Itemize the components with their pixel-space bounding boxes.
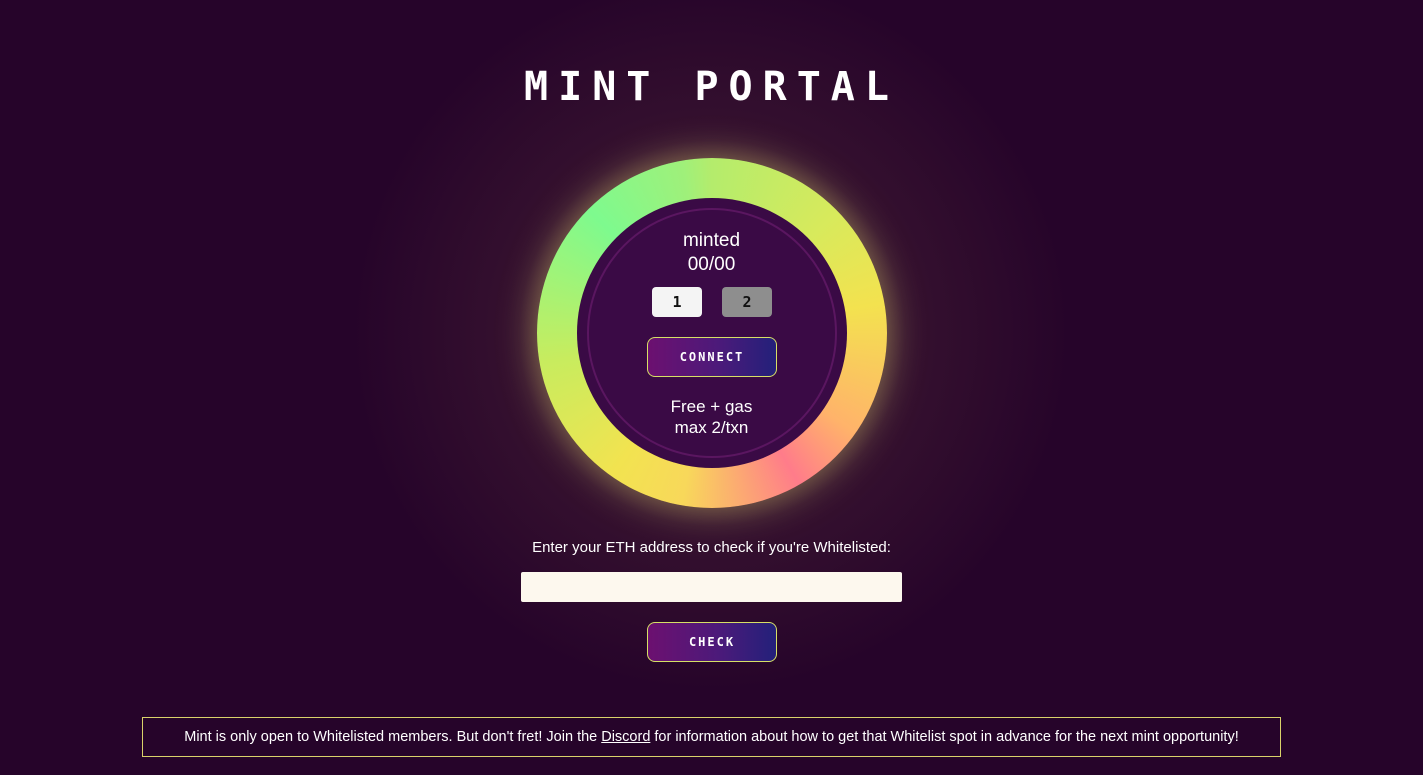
eth-address-input[interactable] <box>521 572 902 602</box>
max-per-txn-text: max 2/txn <box>674 418 749 437</box>
quantity-2-button[interactable]: 2 <box>722 287 772 317</box>
notice-text-after: for information about how to get that Wh… <box>654 729 1239 745</box>
page-title: MINT PORTAL <box>524 64 899 110</box>
connect-button[interactable]: CONNECT <box>647 337 777 377</box>
mint-page: MINT PORTAL minted 00/00 1 2 CONNECT Fre… <box>0 0 1423 775</box>
price-text: Free + gas <box>670 397 753 416</box>
minted-label: minted <box>682 230 741 251</box>
whitelist-prompt: Enter your ETH address to check if you'r… <box>532 539 891 556</box>
quantity-1-button[interactable]: 1 <box>652 287 702 317</box>
discord-link[interactable]: Discord <box>601 729 650 745</box>
check-button[interactable]: CHECK <box>647 622 777 662</box>
minted-count: 00/00 <box>687 254 736 275</box>
whitelist-notice: Mint is only open to Whitelisted members… <box>142 717 1281 757</box>
notice-text-before: Mint is only open to Whitelisted members… <box>184 729 598 745</box>
